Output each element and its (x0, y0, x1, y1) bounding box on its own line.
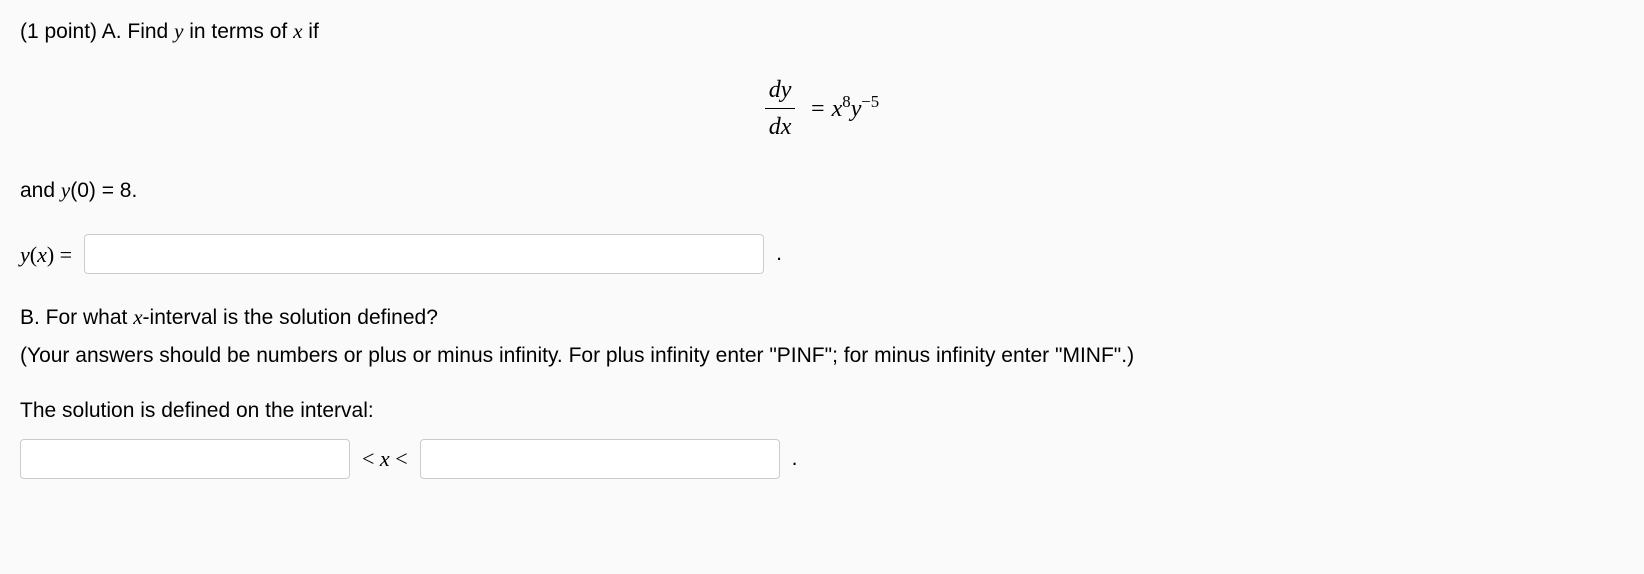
equals-sign: = (803, 96, 831, 122)
answer-row-a: y(x) = . (20, 234, 1624, 274)
condition-y: y (61, 178, 70, 202)
answer-label: y(x) = (20, 238, 72, 271)
fraction-numerator: dy (765, 72, 796, 109)
var-y: y (174, 19, 183, 43)
rhs-exp1: 8 (842, 92, 850, 111)
partb-suffix: -interval is the solution defined? (143, 306, 438, 329)
label-y: y (20, 242, 30, 267)
rhs-y: y (851, 96, 862, 122)
prompt-suffix: if (302, 20, 318, 43)
label-open-paren: ( (30, 242, 37, 267)
interval-lower-input[interactable] (20, 439, 350, 479)
interval-label: The solution is defined on the interval: (20, 395, 1624, 427)
interval-row: < x < . (20, 439, 1624, 479)
part-a-prompt: (1 point) A. Find y in terms of x if (20, 16, 1624, 48)
interval-upper-input[interactable] (420, 439, 780, 479)
part-b-note: (Your answers should be numbers or plus … (20, 340, 1624, 372)
prompt-mid: in terms of (183, 20, 293, 43)
fraction-denominator: dx (765, 109, 796, 145)
lt-symbol: < x < (362, 442, 408, 475)
lt-close: < (390, 446, 408, 471)
label-close: ) = (47, 242, 72, 267)
condition-prefix: and (20, 179, 61, 202)
lt-open: < (362, 446, 380, 471)
condition-value: (0) = 8. (70, 179, 137, 202)
partb-prefix: B. For what (20, 306, 133, 329)
points-text: (1 point) A. Find (20, 20, 174, 43)
equation-display: dy dx = x8y−5 (20, 72, 1624, 145)
period-b: . (792, 443, 798, 475)
part-b-title: B. For what x-interval is the solution d… (20, 302, 1624, 334)
partb-var: x (133, 305, 142, 329)
rhs-exp2: −5 (861, 92, 879, 111)
problem-container: (1 point) A. Find y in terms of x if dy … (20, 16, 1624, 479)
label-x: x (37, 242, 47, 267)
period-a: . (776, 238, 782, 270)
initial-condition: and y(0) = 8. (20, 175, 1624, 207)
answer-input-yx[interactable] (84, 234, 764, 274)
equation-rhs: = x8y−5 (803, 96, 879, 122)
lt-var: x (380, 446, 390, 471)
rhs-x: x (832, 96, 843, 122)
fraction: dy dx (765, 72, 796, 145)
